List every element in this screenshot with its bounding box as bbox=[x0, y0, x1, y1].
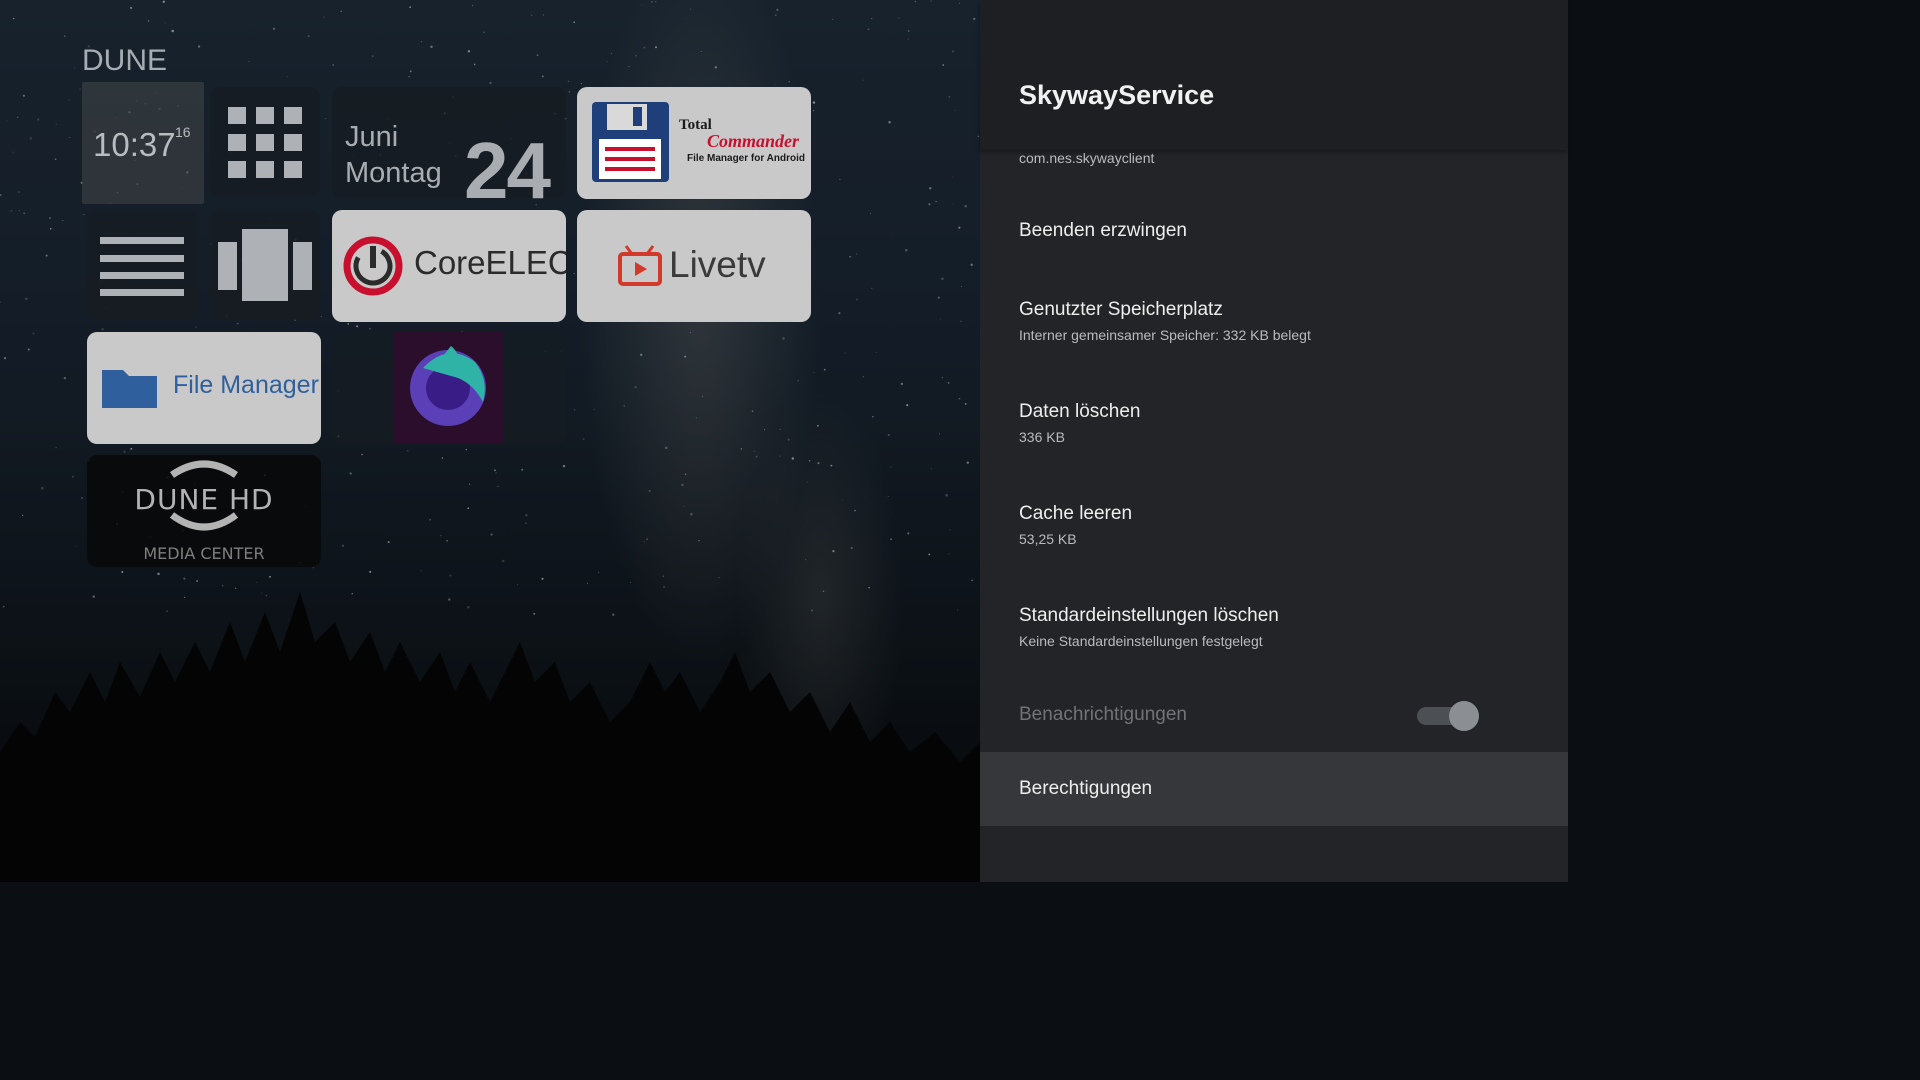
date-day-number: 24 bbox=[464, 126, 551, 199]
folder-icon bbox=[102, 370, 157, 408]
livetv-label: Livetv bbox=[669, 244, 766, 285]
toggle-knob bbox=[1449, 701, 1479, 731]
item-title: Benachrichtigungen bbox=[1019, 704, 1187, 725]
item-title: Berechtigungen bbox=[1019, 778, 1153, 799]
notifications-toggle bbox=[1417, 701, 1479, 731]
item-subtitle: 53,25 KB bbox=[1019, 531, 1077, 547]
storage-item[interactable]: Genutzter Speicherplatz Interner gemeins… bbox=[980, 288, 1568, 358]
carousel-icon bbox=[218, 229, 312, 301]
file-manager-tile[interactable]: File Manager bbox=[87, 332, 321, 444]
date-weekday: Montag bbox=[345, 157, 442, 189]
date-month: Juni bbox=[345, 121, 399, 153]
item-title: Daten löschen bbox=[1019, 401, 1141, 422]
coreelec-power-icon bbox=[343, 236, 403, 296]
notifications-item: Benachrichtigungen bbox=[980, 690, 1568, 740]
tc-subtitle: File Manager for Android bbox=[687, 153, 805, 164]
clear-cache-item[interactable]: Cache leeren 53,25 KB bbox=[980, 492, 1568, 562]
firefox-tile[interactable] bbox=[332, 332, 566, 444]
item-subtitle: 336 KB bbox=[1019, 429, 1065, 445]
dune-hd-logo-text: DUNE HD bbox=[134, 483, 274, 516]
tv-icon bbox=[618, 245, 662, 286]
clock-time: 10:37 bbox=[93, 126, 176, 163]
app-grid-icon bbox=[228, 107, 302, 178]
item-subtitle: Interner gemeinsamer Speicher: 332 KB be… bbox=[1019, 327, 1311, 343]
coreelec-tile[interactable]: CoreELEC bbox=[332, 210, 566, 322]
app-info-panel: SkywayService com.nes.skywayclient Beend… bbox=[980, 0, 1568, 882]
firefox-icon bbox=[410, 346, 486, 426]
livetv-tile[interactable]: Livetv bbox=[577, 210, 811, 322]
clear-data-item[interactable]: Daten löschen 336 KB bbox=[980, 390, 1568, 460]
firefox-icon-background bbox=[393, 332, 504, 444]
item-title: Genutzter Speicherplatz bbox=[1019, 299, 1223, 320]
launcher-background: DUNE 10:37 16 Juni Montag 24 Total Comma… bbox=[0, 0, 980, 882]
item-title: Beenden erzwingen bbox=[1019, 220, 1187, 241]
item-title: Standardeinstellungen löschen bbox=[1019, 605, 1279, 626]
tc-title-line2: Commander bbox=[707, 131, 800, 151]
force-stop-item[interactable]: Beenden erzwingen bbox=[980, 205, 1568, 257]
dune-hd-subtitle: MEDIA CENTER bbox=[143, 544, 265, 563]
permissions-item[interactable]: Berechtigungen bbox=[980, 752, 1568, 826]
all-apps-tile[interactable] bbox=[210, 87, 320, 197]
menu-tile[interactable] bbox=[86, 210, 198, 320]
clear-defaults-item[interactable]: Standardeinstellungen löschen Keine Stan… bbox=[980, 594, 1568, 664]
recents-tile[interactable] bbox=[210, 210, 320, 320]
clock-widget[interactable]: 10:37 16 bbox=[82, 82, 204, 204]
app-title: SkywayService bbox=[1019, 80, 1215, 110]
item-title: Cache leeren bbox=[1019, 503, 1133, 524]
hamburger-menu-icon bbox=[100, 237, 184, 296]
total-commander-tile[interactable]: Total Commander File Manager for Android bbox=[577, 87, 811, 199]
panel-header: SkywayService bbox=[980, 0, 1568, 150]
coreelec-label: CoreELEC bbox=[414, 244, 566, 281]
launcher-brand: DUNE bbox=[82, 44, 168, 77]
dune-hd-tile[interactable]: DUNE HD MEDIA CENTER bbox=[87, 455, 321, 567]
package-name: com.nes.skywayclient bbox=[1019, 150, 1155, 166]
item-subtitle: Keine Standardeinstellungen festgelegt bbox=[1019, 633, 1263, 649]
clock-seconds: 16 bbox=[175, 124, 191, 140]
date-widget[interactable]: Juni Montag 24 bbox=[332, 87, 566, 199]
file-manager-label: File Manager bbox=[173, 371, 319, 399]
